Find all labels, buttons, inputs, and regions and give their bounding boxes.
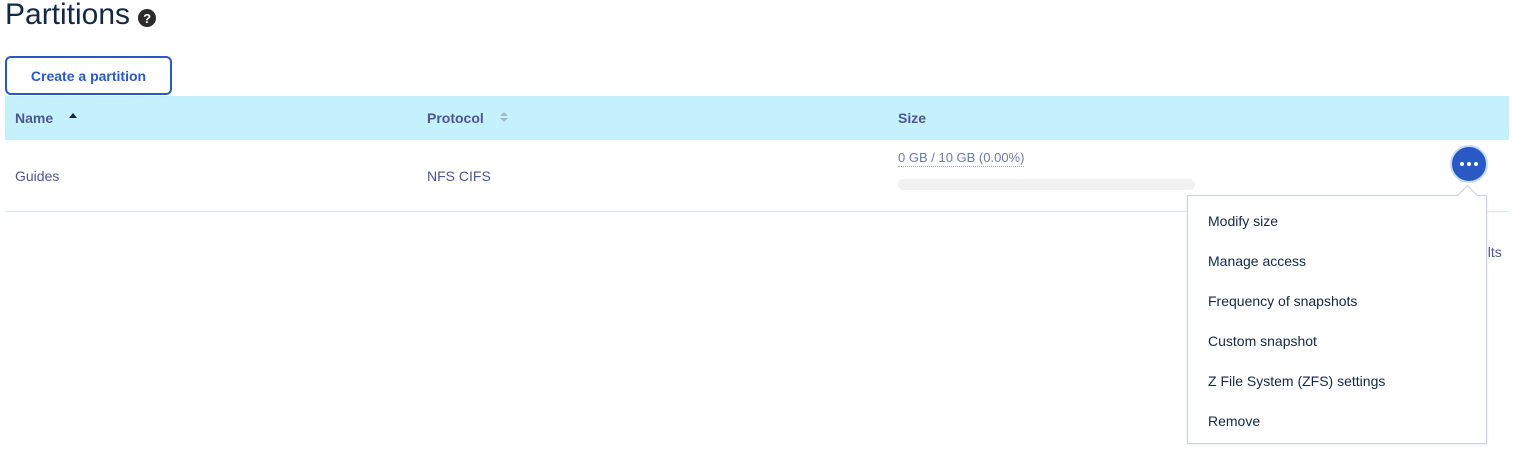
column-header-name[interactable]: Name (15, 96, 78, 140)
partition-protocol: NFS CIFS (427, 168, 491, 184)
column-header-protocol[interactable]: Protocol (427, 96, 508, 140)
menu-item-manage-access[interactable]: Manage access (1208, 253, 1306, 269)
create-partition-button[interactable]: Create a partition (5, 56, 172, 95)
table-header: Name Protocol Size (5, 96, 1509, 140)
usage-progress-bar (898, 179, 1195, 190)
menu-item-zfs-settings[interactable]: Z File System (ZFS) settings (1208, 373, 1385, 389)
ellipsis-icon (1460, 162, 1478, 166)
help-icon[interactable]: ? (138, 9, 157, 27)
column-header-protocol-label: Protocol (427, 110, 484, 126)
menu-item-modify-size[interactable]: Modify size (1208, 213, 1278, 229)
menu-item-custom-snapshot[interactable]: Custom snapshot (1208, 333, 1317, 349)
column-header-name-label: Name (15, 110, 54, 126)
partition-name: Guides (15, 168, 60, 184)
menu-item-remove[interactable]: Remove (1208, 413, 1260, 429)
row-actions-button[interactable] (1450, 145, 1488, 183)
menu-item-frequency-of-snapshots[interactable]: Frequency of snapshots (1208, 293, 1357, 309)
partition-size-text: 0 GB / 10 GB (0.00%) (898, 150, 1025, 167)
page-title: Partitions ? (5, 0, 157, 32)
sort-ascending-icon[interactable] (69, 112, 78, 118)
row-actions-menu: Modify size Manage access Frequency of s… (1187, 184, 1487, 444)
column-header-size-label: Size (898, 110, 927, 126)
sort-icon[interactable] (499, 112, 508, 122)
column-header-size: Size (898, 96, 926, 140)
page-title-text: Partitions (5, 0, 131, 31)
